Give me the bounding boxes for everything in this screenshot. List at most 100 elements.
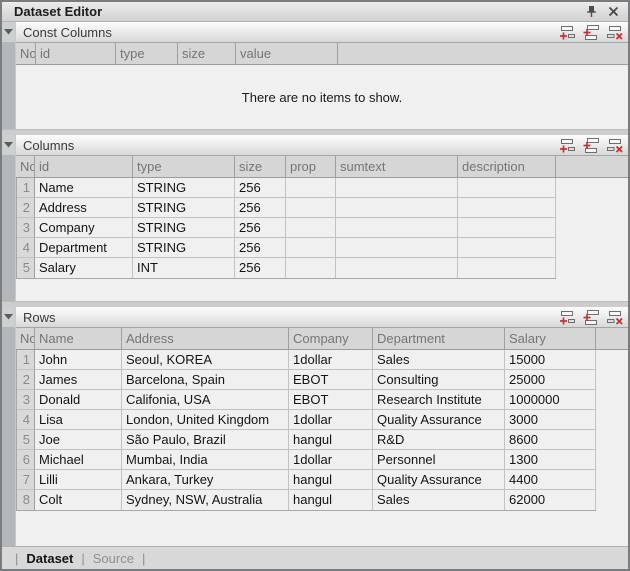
grid-cell[interactable]: Consulting — [373, 370, 505, 390]
tab-source[interactable]: Source — [93, 551, 134, 566]
grid-cell[interactable] — [286, 238, 336, 258]
column-header-id[interactable]: id — [35, 156, 133, 177]
column-header-id[interactable]: id — [36, 43, 116, 64]
row-number-cell[interactable]: 3 — [17, 218, 35, 238]
grid-cell[interactable] — [336, 238, 458, 258]
grid-cell[interactable]: Company — [35, 218, 133, 238]
grid-cell[interactable]: Colt — [35, 490, 122, 510]
grid-cell[interactable]: Sydney, NSW, Australia — [122, 490, 289, 510]
row-number-cell[interactable]: 4 — [17, 238, 35, 258]
grid-cell[interactable]: EBOT — [289, 390, 373, 410]
add-item-button[interactable] — [558, 310, 575, 325]
grid-cell[interactable]: Salary — [35, 258, 133, 278]
grid-cell[interactable]: Research Institute — [373, 390, 505, 410]
grid-cell[interactable]: 4400 — [505, 470, 596, 490]
grid-cell[interactable]: 256 — [235, 178, 286, 198]
column-header-sumtext[interactable]: sumtext — [336, 156, 458, 177]
grid-cell[interactable]: Michael — [35, 450, 122, 470]
grid-cell[interactable]: Barcelona, Spain — [122, 370, 289, 390]
delete-item-button[interactable] — [606, 25, 623, 40]
add-item-button[interactable] — [558, 138, 575, 153]
row-number-cell[interactable]: 6 — [17, 450, 35, 470]
grid-cell[interactable]: Quality Assurance — [373, 470, 505, 490]
grid-cell[interactable] — [336, 258, 458, 278]
column-header-value[interactable]: value — [236, 43, 338, 64]
column-header-description[interactable]: description — [458, 156, 556, 177]
column-header-type[interactable]: type — [133, 156, 235, 177]
grid-cell[interactable] — [458, 198, 556, 218]
grid-cell[interactable]: hangul — [289, 470, 373, 490]
row-number-cell[interactable]: 5 — [17, 430, 35, 450]
grid-cell[interactable]: Address — [35, 198, 133, 218]
grid-cell[interactable] — [336, 198, 458, 218]
column-header-size[interactable]: size — [178, 43, 236, 64]
grid-cell[interactable] — [286, 178, 336, 198]
row-number-cell[interactable]: 1 — [17, 350, 35, 370]
row-number-cell[interactable]: 4 — [17, 410, 35, 430]
grid-cell[interactable]: 256 — [235, 238, 286, 258]
grid-cell[interactable]: John — [35, 350, 122, 370]
delete-item-button[interactable] — [606, 138, 623, 153]
grid-cell[interactable] — [458, 178, 556, 198]
grid-cell[interactable] — [286, 198, 336, 218]
column-header-address[interactable]: Address — [122, 328, 289, 349]
pin-button[interactable] — [582, 4, 600, 19]
grid-cell[interactable]: hangul — [289, 490, 373, 510]
column-header-prop[interactable]: prop — [286, 156, 336, 177]
grid-cell[interactable]: 3000 — [505, 410, 596, 430]
grid-cell[interactable]: 1dollar — [289, 450, 373, 470]
row-number-cell[interactable]: 7 — [17, 470, 35, 490]
grid-cell[interactable]: 256 — [235, 198, 286, 218]
column-header-name[interactable]: Name — [35, 328, 122, 349]
row-number-cell[interactable]: 8 — [17, 490, 35, 510]
grid-cell[interactable]: STRING — [133, 238, 235, 258]
column-header-salary[interactable]: Salary — [505, 328, 596, 349]
row-number-cell[interactable]: 3 — [17, 390, 35, 410]
column-header-no[interactable]: No — [16, 328, 35, 349]
grid-cell[interactable]: Joe — [35, 430, 122, 450]
grid-cell[interactable]: EBOT — [289, 370, 373, 390]
column-header-no[interactable]: No — [16, 43, 36, 64]
grid-cell[interactable]: Sales — [373, 490, 505, 510]
insert-item-button[interactable] — [582, 25, 599, 40]
grid-cell[interactable]: 25000 — [505, 370, 596, 390]
grid-cell[interactable]: STRING — [133, 198, 235, 218]
delete-item-button[interactable] — [606, 310, 623, 325]
collapse-button[interactable] — [2, 22, 15, 42]
grid-cell[interactable]: 15000 — [505, 350, 596, 370]
grid-cell[interactable]: 256 — [235, 258, 286, 278]
grid-cell[interactable]: 1000000 — [505, 390, 596, 410]
grid-cell[interactable]: 62000 — [505, 490, 596, 510]
grid-cell[interactable]: São Paulo, Brazil — [122, 430, 289, 450]
grid-cell[interactable]: 256 — [235, 218, 286, 238]
grid-cell[interactable]: Califonia, USA — [122, 390, 289, 410]
column-header-type[interactable]: type — [116, 43, 178, 64]
grid-cell[interactable] — [286, 218, 336, 238]
grid-cell[interactable]: Lilli — [35, 470, 122, 490]
grid-cell[interactable]: INT — [133, 258, 235, 278]
row-number-cell[interactable]: 2 — [17, 198, 35, 218]
grid-cell[interactable] — [458, 258, 556, 278]
grid-cell[interactable]: Name — [35, 178, 133, 198]
grid-cell[interactable]: STRING — [133, 178, 235, 198]
grid-cell[interactable]: Quality Assurance — [373, 410, 505, 430]
grid-cell[interactable]: Sales — [373, 350, 505, 370]
grid-cell[interactable]: STRING — [133, 218, 235, 238]
add-item-button[interactable] — [558, 25, 575, 40]
grid-cell[interactable]: 8600 — [505, 430, 596, 450]
grid-cell[interactable]: Ankara, Turkey — [122, 470, 289, 490]
tab-dataset[interactable]: Dataset — [26, 551, 73, 566]
grid-cell[interactable]: R&D — [373, 430, 505, 450]
grid-cell[interactable]: Personnel — [373, 450, 505, 470]
grid-cell[interactable] — [458, 238, 556, 258]
row-number-cell[interactable]: 5 — [17, 258, 35, 278]
grid-cell[interactable]: Department — [35, 238, 133, 258]
grid-cell[interactable]: Mumbai, India — [122, 450, 289, 470]
grid-cell[interactable]: Seoul, KOREA — [122, 350, 289, 370]
column-header-no[interactable]: No — [16, 156, 35, 177]
column-header-size[interactable]: size — [235, 156, 286, 177]
collapse-button[interactable] — [2, 307, 15, 327]
grid-cell[interactable]: 1dollar — [289, 350, 373, 370]
collapse-button[interactable] — [2, 135, 15, 155]
row-number-cell[interactable]: 1 — [17, 178, 35, 198]
